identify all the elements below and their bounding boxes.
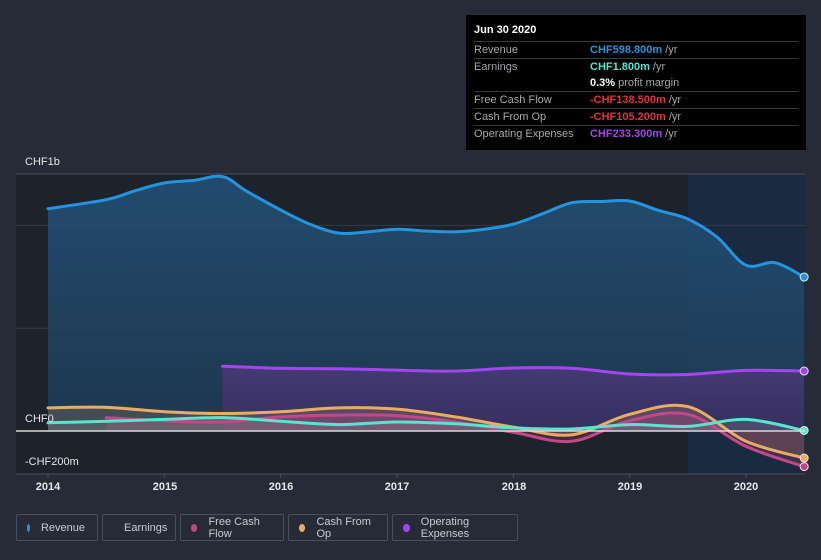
legend-label: Cash From Op	[316, 515, 371, 540]
legend-item-free-cash-flow[interactable]: Free Cash Flow	[180, 514, 284, 541]
y-tick-label-zero: CHF0	[25, 413, 54, 425]
y-tick-label-bottom: -CHF200m	[25, 456, 79, 468]
tooltip-value: CHF233.300m	[590, 128, 663, 140]
tooltip-unit: /yr	[665, 128, 678, 140]
legend-item-revenue[interactable]: Revenue	[16, 514, 98, 541]
cash-from-op-dot-icon	[299, 523, 306, 532]
tooltip-value: -CHF105.200m	[590, 111, 666, 123]
free-cash-flow-end-marker[interactable]	[799, 462, 809, 472]
tooltip-value: -CHF138.500m	[590, 94, 666, 106]
tooltip-row-earnings: Earnings CHF1.800m /yr	[474, 59, 798, 75]
x-tick-label: 2018	[501, 481, 527, 493]
tooltip-row-cash-from-op: Cash From Op -CHF105.200m /yr	[474, 109, 798, 126]
operating-expenses-dot-icon	[403, 523, 410, 532]
tooltip-label: Revenue	[474, 44, 519, 56]
free-cash-flow-dot-icon	[191, 523, 198, 532]
revenue-end-marker[interactable]	[799, 272, 809, 282]
x-tick-label: 2014	[35, 481, 61, 493]
tooltip-row-operating-expenses: Operating Expenses CHF233.300m /yr	[474, 126, 798, 142]
legend-label: Revenue	[40, 521, 85, 534]
tooltip-label: Free Cash Flow	[474, 94, 552, 106]
tooltip-value: 0.3%	[590, 77, 616, 89]
revenue-dot-icon	[27, 523, 30, 532]
tooltip-value: CHF598.800m	[590, 44, 663, 56]
x-tick-label: 2016	[268, 481, 294, 493]
tooltip-label: Cash From Op	[474, 111, 547, 123]
legend-label: Earnings	[124, 521, 168, 534]
x-tick-label: 2019	[617, 481, 643, 493]
tooltip-panel: Jun 30 2020 Revenue CHF598.800m /yr Earn…	[466, 15, 806, 150]
tooltip-date: Jun 30 2020	[474, 21, 798, 42]
x-tick-label: 2017	[384, 481, 410, 493]
tooltip-unit: /yr	[668, 111, 682, 123]
legend-item-cash-from-op[interactable]: Cash From Op	[288, 514, 388, 541]
tooltip-unit: /yr	[652, 61, 666, 73]
tooltip-row-profit-margin: 0.3% profit margin	[474, 75, 798, 92]
x-tick-label: 2020	[733, 481, 759, 493]
y-tick-label-top: CHF1b	[25, 156, 60, 168]
legend-label: Free Cash Flow	[208, 515, 260, 540]
tooltip-label: Earnings	[474, 61, 518, 73]
tooltip-unit: profit margin	[618, 77, 680, 89]
cash-from-op-end-marker[interactable]	[799, 453, 809, 463]
operating-expenses-end-marker[interactable]	[799, 366, 809, 376]
tooltip-unit: /yr	[668, 94, 682, 106]
tooltip-label: Operating Expenses	[474, 128, 574, 140]
tooltip-row-free-cash-flow: Free Cash Flow -CHF138.500m /yr	[474, 92, 798, 109]
tooltip-row-revenue: Revenue CHF598.800m /yr	[474, 42, 798, 59]
legend-item-operating-expenses[interactable]: Operating Expenses	[392, 514, 518, 541]
tooltip-value: CHF1.800m	[590, 61, 650, 73]
chart-legend: Revenue Earnings Free Cash Flow Cash Fro…	[16, 514, 518, 541]
x-tick-label: 2015	[152, 481, 178, 493]
legend-item-earnings[interactable]: Earnings	[102, 514, 176, 541]
legend-label: Operating Expenses	[420, 515, 470, 540]
tooltip-unit: /yr	[665, 44, 678, 56]
